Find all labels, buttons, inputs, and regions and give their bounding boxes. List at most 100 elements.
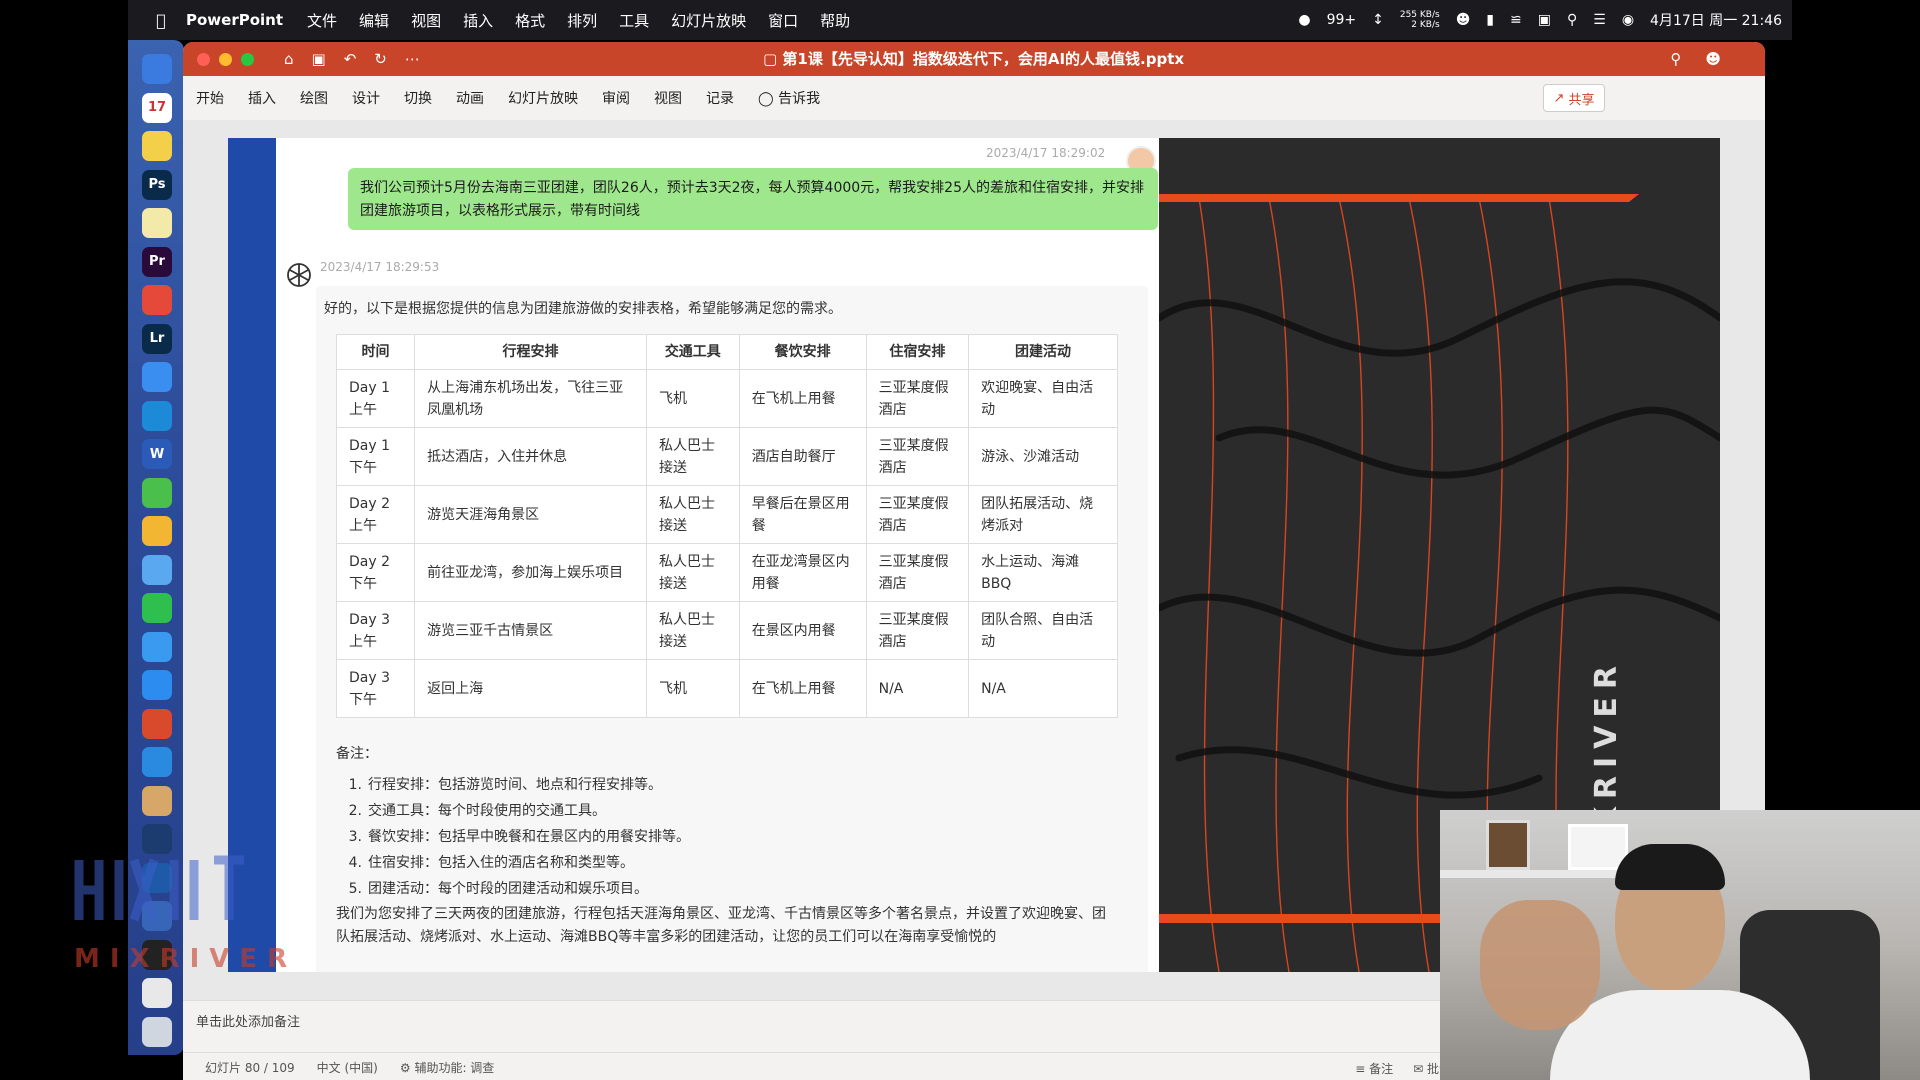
summary-text: 我们为您安排了三天两夜的团建旅游，行程包括天涯海角景区、亚龙湾、千古情景区等多个… [336,906,1106,945]
wifi-icon[interactable]: ≌ [1510,12,1522,28]
menu-window[interactable]: 窗口 [768,10,798,31]
apple-icon[interactable]:  [144,11,178,30]
clock[interactable]: 4月17日 周一 21:46 [1650,10,1782,30]
redo-icon[interactable]: ↻ [374,50,387,68]
search-icon[interactable]: ⚲ [1567,12,1577,28]
tab-transitions[interactable]: 切换 [404,88,432,108]
pptx-file-icon: ▢ [763,50,783,68]
app-name[interactable]: PowerPoint [186,11,283,29]
table-cell: 游泳、沙滩活动 [968,427,1118,486]
tell-me[interactable]: ◯ 告诉我 [758,88,820,108]
keyboard-icon[interactable] [142,978,172,1008]
document-title: ▢ 第1课【先导认知】指数级迭代下，会用AI的人最值钱.pptx [763,42,1184,76]
feishu-icon[interactable] [142,631,172,662]
more-icon[interactable]: ⋯ [405,50,420,68]
table-cell: 私人巴士接送 [645,543,740,602]
network-icon: ↕ [1372,12,1384,28]
tab-design[interactable]: 设计 [352,88,380,108]
table-cell: 从上海浦东机场出发，飞往三亚凤凰机场 [414,369,647,428]
wechat-icon[interactable] [142,593,172,623]
account-icon[interactable]: ☻ [1705,50,1721,68]
wechat-badge: 99+ [1326,12,1357,28]
calendar-icon[interactable]: 17 [142,92,172,123]
user-timestamp: 2023/4/17 18:29:02 [986,146,1106,160]
lark-icon[interactable] [142,670,172,700]
siri-icon[interactable]: ◉ [1622,12,1634,28]
edge-icon[interactable] [142,400,172,431]
tab-slideshow[interactable]: 幻灯片放映 [508,88,578,108]
table-row: Day 3 下午 返回上海 飞机 在飞机上用餐 N/A N/A [335,659,1118,718]
tab-review[interactable]: 审阅 [602,88,630,108]
search-icon[interactable]: ⚲ [1670,50,1681,68]
table-row: Day 3 上午 游览三亚千古情景区 私人巴士接送 在景区内用餐 三亚某度假酒店 团队合照… [335,601,1118,660]
notes-label: 备注 [1369,1061,1394,1076]
accessibility-label: 辅助功能: 调查 [414,1061,495,1075]
premiere-icon[interactable]: Pr [142,246,172,277]
lightroom-icon[interactable]: Lr [142,323,172,354]
accessibility-icon: ⚙ [399,1061,415,1075]
person-hair [1615,844,1725,890]
itinerary-table: 时间 行程安排 交通工具 餐饮安排 住宿安排 团建活动 Day 1 上午 从上海浦… [335,334,1118,718]
note-item: 4. 住宿安排：包括入住的酒店名称和类型等。 [336,850,690,876]
note-number: 5. [348,881,362,897]
notes-icon[interactable] [142,131,172,161]
language[interactable]: 中文 (中国) [317,1059,378,1076]
chat-screenshot: 2023/4/17 18:29:02 我们公司预计5月份去海南三亚团建，团队26… [276,138,1159,972]
menu-edit[interactable]: 编辑 [359,10,389,31]
powerpoint-icon[interactable] [142,708,172,739]
tab-record[interactable]: 记录 [706,88,734,108]
table-cell: 游览三亚千古情景区 [414,601,647,660]
trash-icon[interactable] [142,1016,172,1047]
titlebar-right: ⚲ ☻ [1670,42,1721,76]
wechat-status-icon[interactable]: ● [1298,12,1310,28]
menu-file[interactable]: 文件 [307,10,337,31]
note-item: 3. 餐饮安排：包括早中晚餐和在景区内的用餐安排等。 [336,824,690,850]
tab-view[interactable]: 视图 [654,88,682,108]
menu-help[interactable]: 帮助 [820,10,850,31]
notes-toggle[interactable]: ≡ 备注 [1355,1060,1393,1077]
menu-format[interactable]: 格式 [515,10,545,31]
tab-draw[interactable]: 绘图 [300,88,328,108]
close-button[interactable] [197,52,210,66]
table-row: Day 1 上午 从上海浦东机场出发，飞往三亚凤凰机场 飞机 在飞机上用餐 三亚某度假酒… [335,369,1118,428]
minimize-button[interactable] [219,52,232,66]
tab-home[interactable]: 开始 [196,88,224,108]
menu-tools[interactable]: 工具 [619,10,649,31]
archive-icon[interactable] [142,785,172,816]
share-button[interactable]: ↗ 共享 [1543,84,1605,112]
mixriver-logo [74,855,244,922]
photoshop-icon[interactable]: Ps [142,169,172,200]
table-row: Day 1 下午 抵达酒店，入住并休息 私人巴士接送 酒店自助餐厅 三亚某度假酒店 游泳、… [335,427,1118,486]
safari-icon[interactable] [142,362,172,392]
chrome-icon[interactable] [142,285,172,315]
memo-icon[interactable] [142,208,172,238]
undo-icon[interactable]: ↶ [344,50,357,68]
control-icon[interactable]: ▣ [1538,12,1551,28]
tab-animations[interactable]: 动画 [456,88,484,108]
bot-intro: 好的，以下是根据您提供的信息为团建旅游做的安排表格，希望能够满足您的需求。 [324,301,842,317]
person-hand [1480,900,1600,1030]
home-icon[interactable]: ⌂ [284,50,294,68]
tab-insert[interactable]: 插入 [248,88,276,108]
photos-icon[interactable] [142,516,172,546]
user-icon[interactable]: ☻ [1456,12,1471,28]
accessibility[interactable]: ⚙ 辅助功能: 调查 [400,1059,494,1076]
control-center-icon[interactable]: ☰ [1593,12,1606,28]
menu-view[interactable]: 视图 [411,10,441,31]
messages-icon[interactable] [142,554,172,585]
menu-slideshow[interactable]: 幻灯片放映 [671,10,746,31]
battery-icon[interactable]: ▮ [1486,12,1494,28]
word-icon[interactable]: W [142,439,172,469]
save-icon[interactable]: ▣ [312,50,326,68]
menu-arrange[interactable]: 排列 [567,10,597,31]
maps-icon[interactable] [142,477,172,508]
menu-insert[interactable]: 插入 [463,10,493,31]
zoom-button[interactable] [241,52,254,66]
notes-icon: ≡ [1355,1061,1370,1076]
tell-me-label: 告诉我 [778,91,821,107]
keynote-icon[interactable] [142,747,172,777]
note-text: 住宿安排：包括入住的酒店名称和类型等。 [368,855,634,871]
finder-icon[interactable] [142,54,172,84]
menu-bar:  PowerPoint 文件 编辑 视图 插入 格式 排列 工具 幻灯片放映 … [128,0,1792,40]
table-cell: 酒店自助餐厅 [738,427,867,486]
